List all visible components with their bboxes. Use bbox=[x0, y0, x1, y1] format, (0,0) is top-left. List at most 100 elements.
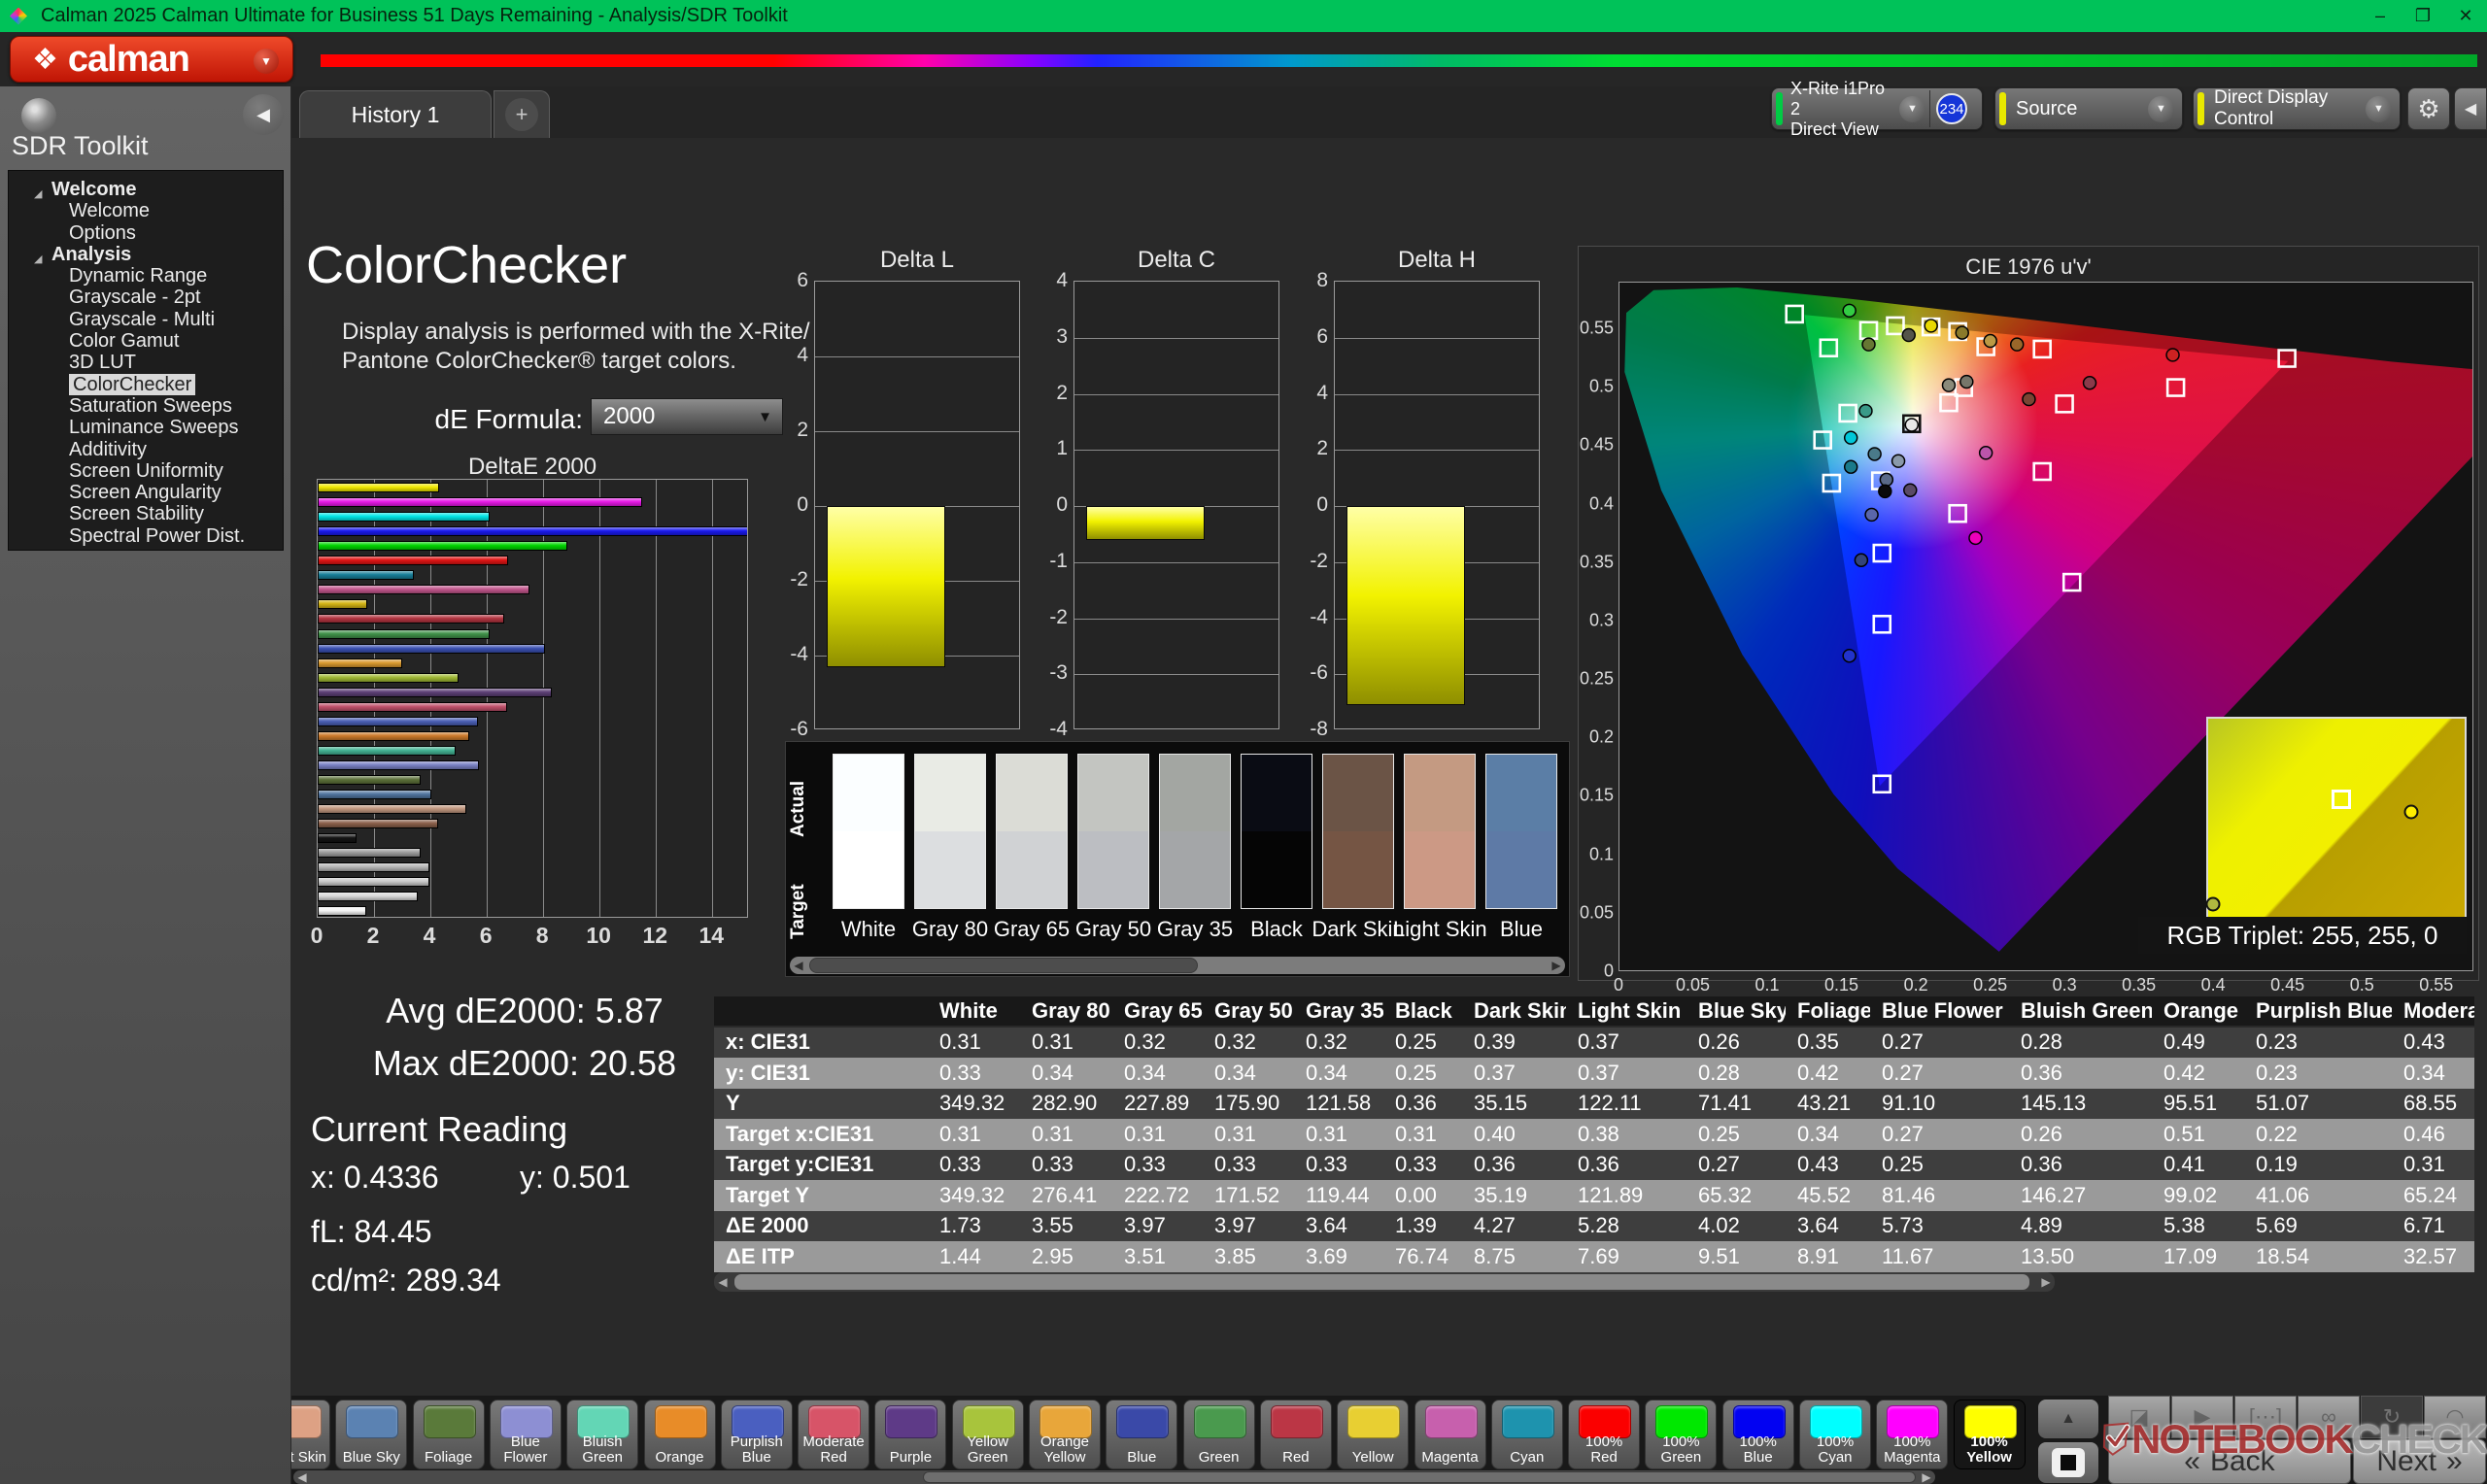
calman-menu-button[interactable]: ❖ calman ▼ bbox=[10, 36, 293, 83]
patch-button-100-green[interactable]: 100% Green bbox=[1645, 1400, 1717, 1469]
display-control-label: Direct Display Control bbox=[2214, 87, 2366, 130]
sidebar-item-additivity[interactable]: Additivity bbox=[9, 439, 283, 460]
patch-button-blue-flower[interactable]: Blue Flower bbox=[490, 1400, 562, 1469]
sidebar-item-spectral-power-dist[interactable]: Spectral Power Dist. bbox=[9, 525, 283, 547]
scroll-left-icon[interactable]: ◀ bbox=[293, 1470, 311, 1484]
patch-button-yellow[interactable]: Yellow bbox=[1337, 1400, 1409, 1469]
sidebar-item-screen-uniformity[interactable]: Screen Uniformity bbox=[9, 460, 283, 482]
patch-button-100-blue[interactable]: 100% Blue bbox=[1722, 1400, 1794, 1469]
brackets-icon: [⋯] bbox=[2249, 1404, 2282, 1430]
close-button[interactable]: ✕ bbox=[2444, 0, 2487, 32]
sidebar-item-color-gamut[interactable]: Color Gamut bbox=[9, 330, 283, 352]
patch-button-100-yellow[interactable]: 100% Yellow bbox=[1954, 1400, 2026, 1469]
patch-button-magenta[interactable]: Magenta bbox=[1414, 1400, 1486, 1469]
sidebar-item-saturation-sweeps[interactable]: Saturation Sweeps bbox=[9, 395, 283, 417]
sidebar-item-grayscale-multi[interactable]: Grayscale - Multi bbox=[9, 309, 283, 330]
y-tick-label: 4 bbox=[1056, 269, 1068, 292]
patch-button-foliage[interactable]: Foliage bbox=[413, 1400, 485, 1469]
panel-collapse-button[interactable]: ◀ bbox=[2454, 87, 2487, 130]
stop-pattern-button[interactable] bbox=[2038, 1442, 2098, 1483]
minimize-button[interactable]: – bbox=[2359, 0, 2402, 32]
patch-button-orange[interactable]: Orange bbox=[644, 1400, 716, 1469]
patch-button-100-cyan[interactable]: 100% Cyan bbox=[1799, 1400, 1871, 1469]
row-label: Y bbox=[714, 1089, 928, 1120]
table-cell: 0.34 bbox=[1203, 1058, 1294, 1089]
patch-button-light-skin[interactable]: Light Skin bbox=[291, 1400, 330, 1469]
patch-button-green[interactable]: Green bbox=[1183, 1400, 1255, 1469]
toolbar-read-button[interactable]: [⋯] bbox=[2234, 1396, 2297, 1438]
y-tick-label: 0.15 bbox=[1580, 786, 1614, 806]
toolbar-more-button[interactable]: ◠ bbox=[2424, 1396, 2486, 1438]
scrollbar-thumb[interactable] bbox=[809, 958, 1198, 973]
y-tick-label: -6 bbox=[790, 718, 808, 741]
source-dropdown[interactable]: Source ▼ bbox=[1994, 87, 2183, 130]
patch-button-moderate-red[interactable]: Moderate Red bbox=[798, 1400, 869, 1469]
toolbar-continuous-button[interactable]: ∞ bbox=[2298, 1396, 2360, 1438]
patch-button-purple[interactable]: Purple bbox=[874, 1400, 946, 1469]
toolbar-capture-button[interactable]: ◪ bbox=[2108, 1396, 2170, 1438]
back-button[interactable]: « Back bbox=[2108, 1439, 2351, 1484]
sidebar-item-colorchecker[interactable]: ColorChecker bbox=[9, 374, 283, 395]
meter-count-badge[interactable]: 234 bbox=[1936, 93, 1967, 124]
display-control-status-stripe bbox=[2197, 92, 2204, 125]
chevron-down-icon[interactable]: ▼ bbox=[2366, 96, 2392, 122]
sidebar-item-welcome[interactable]: Welcome bbox=[9, 200, 283, 221]
patch-button-red[interactable]: Red bbox=[1260, 1400, 1332, 1469]
table-cell: 0.31 bbox=[928, 1028, 1020, 1059]
patch-button-cyan[interactable]: Cyan bbox=[1491, 1400, 1563, 1469]
toolbar-play-button[interactable]: ▶ bbox=[2171, 1396, 2233, 1438]
table-cell: 65.32 bbox=[1686, 1180, 1786, 1211]
sidebar-item-grayscale-2pt[interactable]: Grayscale - 2pt bbox=[9, 287, 283, 308]
column-header bbox=[714, 996, 928, 1026]
sidebar-item-luminance-sweeps[interactable]: Luminance Sweeps bbox=[9, 417, 283, 438]
patch-button-yellow-green[interactable]: Yellow Green bbox=[952, 1400, 1024, 1469]
scroll-right-icon[interactable]: ▶ bbox=[1918, 1470, 1935, 1484]
sidebar-item-3d-lut[interactable]: 3D LUT bbox=[9, 352, 283, 373]
column-header: Orange bbox=[2152, 996, 2244, 1026]
sidebar-item-screen-angularity[interactable]: Screen Angularity bbox=[9, 482, 283, 503]
add-tab-button[interactable]: + bbox=[494, 90, 550, 138]
toolbar-calibrate-button[interactable]: ↻ bbox=[2361, 1396, 2423, 1438]
sidebar-item-screen-stability[interactable]: Screen Stability bbox=[9, 503, 283, 524]
maximize-button[interactable]: ❐ bbox=[2402, 0, 2444, 32]
chevron-down-icon[interactable]: ▼ bbox=[2148, 96, 2174, 122]
chevron-down-icon[interactable]: ▼ bbox=[1899, 96, 1925, 122]
patch-button-orange-yellow[interactable]: Orange Yellow bbox=[1029, 1400, 1101, 1469]
scroll-right-icon[interactable]: ▶ bbox=[2037, 1272, 2055, 1292]
scroll-left-icon[interactable]: ◀ bbox=[790, 957, 807, 974]
patch-button-100-magenta[interactable]: 100% Magenta bbox=[1876, 1400, 1948, 1469]
table-scrollbar[interactable]: ◀ ▶ bbox=[714, 1272, 2055, 1292]
de-formula-select[interactable]: 2000 ▼ bbox=[591, 398, 783, 435]
sidebar-item-analysis[interactable]: ◢Analysis bbox=[9, 244, 283, 265]
sidebar-item-options[interactable]: Options bbox=[9, 222, 283, 244]
patch-button-100-red[interactable]: 100% Red bbox=[1568, 1400, 1640, 1469]
next-button[interactable]: Next » bbox=[2353, 1439, 2486, 1484]
table-cell: 0.33 bbox=[1203, 1150, 1294, 1181]
patch-button-purplish-blue[interactable]: Purplish Blue bbox=[721, 1400, 793, 1469]
settings-button[interactable]: ⚙ bbox=[2407, 87, 2450, 130]
swatch-scrollbar[interactable]: ◀ ▶ bbox=[790, 957, 1565, 974]
display-control-dropdown[interactable]: Direct Display Control ▼ bbox=[2193, 87, 2401, 130]
measurement-marker bbox=[1904, 484, 1917, 496]
scroll-right-icon[interactable]: ▶ bbox=[1548, 957, 1565, 974]
source-label: Source bbox=[2016, 98, 2148, 120]
scrollbar-thumb[interactable] bbox=[733, 1273, 2030, 1291]
target-marker bbox=[2279, 351, 2296, 367]
patch-button-blue[interactable]: Blue bbox=[1106, 1400, 1177, 1469]
tab-history-1[interactable]: History 1 bbox=[299, 90, 492, 138]
swatch-target bbox=[1160, 831, 1230, 908]
patch-button-bluish-green[interactable]: Bluish Green bbox=[566, 1400, 638, 1469]
meter-dropdown[interactable]: X-Rite i1Pro 2 Direct View ▼ 234 bbox=[1771, 87, 1983, 130]
sidebar-item-welcome[interactable]: ◢Welcome bbox=[9, 179, 283, 200]
sidebar-collapse-button[interactable]: ◀ bbox=[243, 94, 284, 135]
swatch-label: Gray 80 bbox=[903, 917, 997, 942]
patch-label: Red bbox=[1262, 1449, 1330, 1466]
y-tick-label: 0.35 bbox=[1580, 552, 1614, 572]
sidebar-item-dynamic-range[interactable]: Dynamic Range bbox=[9, 265, 283, 287]
patch-button-blue-sky[interactable]: Blue Sky bbox=[335, 1400, 407, 1469]
scroll-left-icon[interactable]: ◀ bbox=[714, 1272, 732, 1292]
calman-dropdown-icon[interactable]: ▼ bbox=[254, 49, 279, 74]
scrollbar-thumb[interactable] bbox=[923, 1471, 1916, 1483]
strip-up-button[interactable]: ▲ bbox=[2038, 1400, 2098, 1438]
patch-strip-scrollbar[interactable]: ◀ ▶ bbox=[293, 1470, 1935, 1484]
